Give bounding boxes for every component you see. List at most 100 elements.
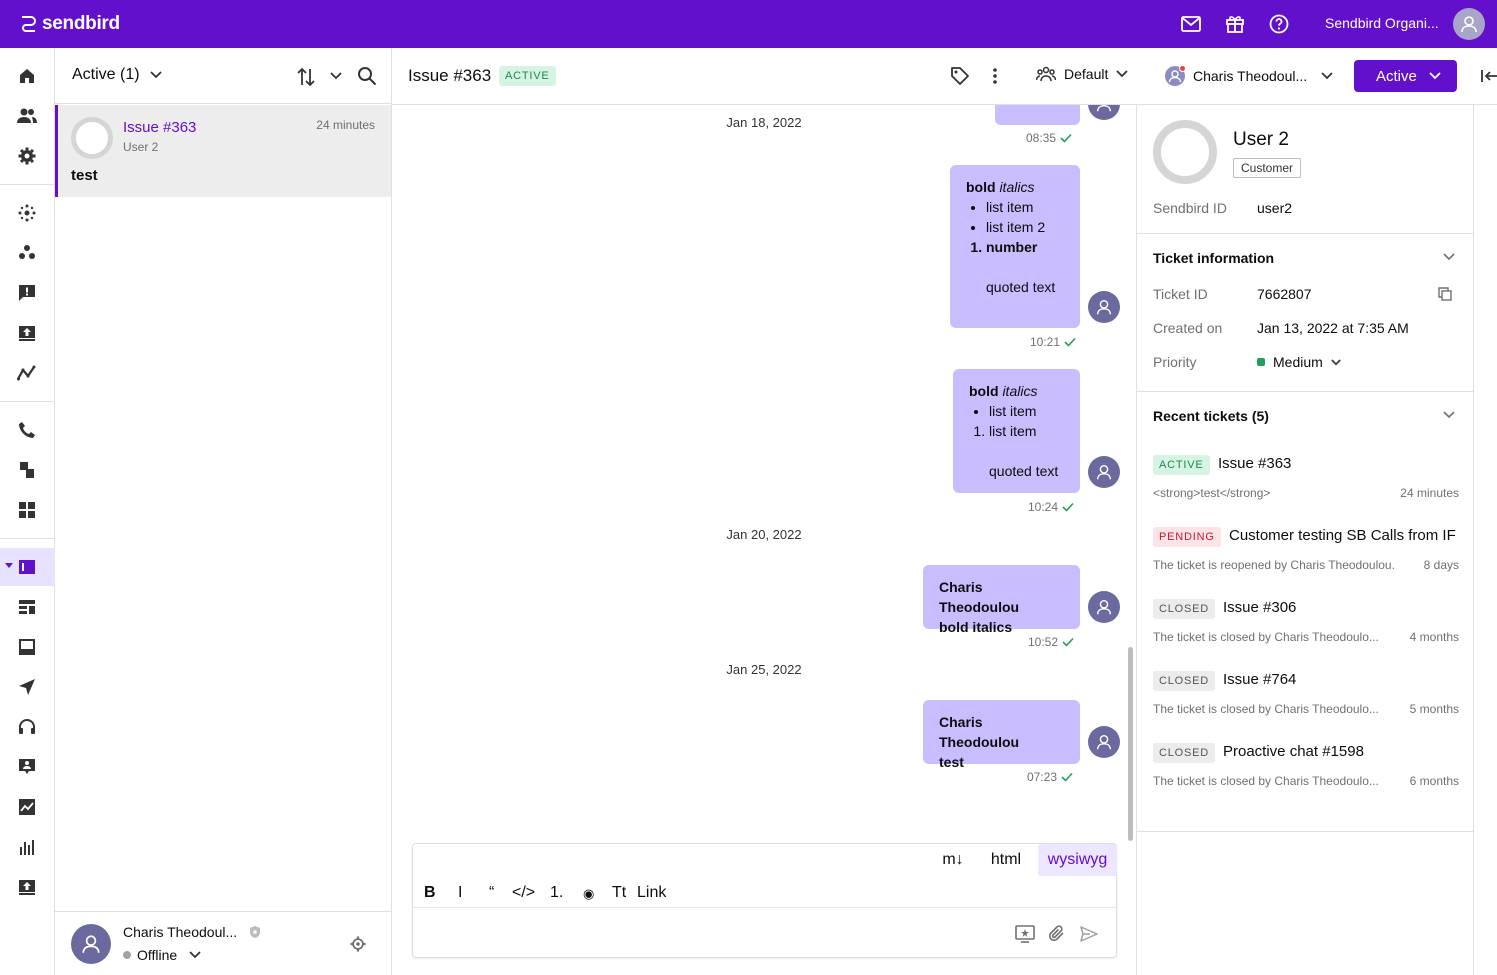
- ordered-list-button[interactable]: 1.: [550, 884, 563, 902]
- collapse-panel-icon[interactable]: [1478, 64, 1497, 88]
- contact-icon[interactable]: [15, 755, 39, 779]
- ticket-info-chevron-icon[interactable]: [1439, 247, 1459, 267]
- recent-ticket-item[interactable]: ACTIVE Issue #363 <strong>test</strong> …: [1153, 455, 1459, 515]
- recent-ticket-item[interactable]: PENDING Customer testing SB Calls from I…: [1153, 527, 1459, 587]
- status-button-label: Active: [1376, 67, 1417, 85]
- ticket-list-item[interactable]: Issue #363 User 2 24 minutes test: [55, 105, 391, 197]
- recent-ticket-item[interactable]: CLOSED Issue #764 The ticket is closed b…: [1153, 671, 1459, 731]
- recent-ticket-item[interactable]: CLOSED Issue #306 The ticket is closed b…: [1153, 599, 1459, 659]
- check-icon: [1062, 502, 1074, 512]
- date-separator: Jan 18, 2022: [392, 115, 1136, 130]
- person-icon: [1096, 734, 1112, 750]
- left-navigation: [0, 48, 55, 975]
- bullet-list-button[interactable]: ◉: [583, 886, 594, 902]
- ticket-last-message: test: [71, 167, 98, 184]
- assignee-label: Charis Theodoul...: [1193, 68, 1308, 84]
- gift-icon[interactable]: [1223, 12, 1247, 36]
- customer-name: User 2: [1233, 129, 1289, 150]
- ticket-list-header: Active (1): [55, 48, 391, 104]
- priority-label: Priority: [1153, 354, 1197, 370]
- message-bubble: Charis Theodoulou bold italics: [923, 565, 1080, 635]
- nav-divider: [0, 401, 55, 402]
- inbox-icon[interactable]: [15, 635, 39, 659]
- recent-ticket-time: 24 minutes: [1400, 486, 1459, 500]
- sendbird-logo[interactable]: sendbird: [18, 12, 120, 36]
- message-line: test: [939, 754, 964, 770]
- assignee-dropdown[interactable]: Charis Theodoul...: [1165, 65, 1333, 86]
- agent-status-dropdown[interactable]: Offline: [123, 947, 201, 963]
- report-icon[interactable]: [15, 281, 39, 305]
- upload-icon[interactable]: [15, 321, 39, 345]
- dashboard-icon[interactable]: [15, 498, 39, 522]
- recent-ticket-title: Proactive chat #1598: [1223, 743, 1364, 760]
- recent-ticket-time: 8 days: [1423, 558, 1459, 572]
- export-icon[interactable]: [15, 875, 39, 899]
- recent-ticket-description: The ticket is closed by Charis Theodoulo…: [1153, 774, 1379, 788]
- headset-icon[interactable]: [15, 715, 39, 739]
- recent-tickets-title: Recent tickets (5): [1153, 408, 1269, 424]
- phone-icon[interactable]: [15, 418, 39, 442]
- code-button[interactable]: </>: [512, 884, 535, 902]
- agent-name-text: Charis Theodoul...: [123, 924, 238, 940]
- user-avatar[interactable]: [1453, 8, 1485, 40]
- chevron-down-icon: [1331, 358, 1341, 365]
- ticket-info-title: Ticket information: [1153, 250, 1275, 266]
- person-icon: [1096, 299, 1112, 315]
- help-icon[interactable]: [1267, 12, 1291, 36]
- more-options-icon[interactable]: [983, 64, 1007, 88]
- home-icon[interactable]: [15, 64, 39, 88]
- analytics-icon[interactable]: [15, 361, 39, 385]
- copy-icon[interactable]: [1436, 285, 1454, 303]
- top-bar: sendbird Sendbird Organi...: [0, 0, 1497, 48]
- mail-icon[interactable]: [1179, 12, 1203, 36]
- users-icon[interactable]: [15, 104, 39, 128]
- send-message-icon[interactable]: [1078, 923, 1100, 945]
- markdown-mode-tab[interactable]: m↓: [933, 844, 973, 876]
- recent-ticket-title: Issue #764: [1223, 671, 1297, 688]
- groups-icon[interactable]: [15, 241, 39, 265]
- attachment-icon[interactable]: [1046, 923, 1068, 945]
- priority-dropdown[interactable]: Medium: [1257, 354, 1341, 370]
- italic-text: italics: [999, 179, 1035, 195]
- shield-icon: [250, 926, 261, 938]
- quote-button[interactable]: “: [489, 884, 494, 902]
- message-bubble: bold italics list item list item 2 numbe…: [950, 165, 1080, 328]
- created-value: Jan 13, 2022 at 7:35 AM: [1257, 320, 1409, 336]
- message-composer: m↓ html wysiwyg B I “ </> 1. ◉ Tt Link: [412, 843, 1117, 958]
- bar-chart-icon[interactable]: [15, 835, 39, 859]
- ticket-filter-label: Active (1): [72, 66, 140, 83]
- sort-chevron-down-icon[interactable]: [330, 72, 342, 82]
- tickets-icon[interactable]: [15, 555, 39, 579]
- search-icon[interactable]: [357, 66, 379, 88]
- ticket-status-button[interactable]: Active: [1354, 60, 1457, 92]
- conversation-scrollbar[interactable]: [1128, 647, 1133, 841]
- date-separator: Jan 25, 2022: [392, 662, 1136, 677]
- send-icon[interactable]: [15, 675, 39, 699]
- assignee-avatar: [1165, 65, 1186, 86]
- settings-icon[interactable]: [15, 144, 39, 168]
- ticket-list-icon[interactable]: [15, 595, 39, 619]
- trend-icon[interactable]: [15, 795, 39, 819]
- hub-icon[interactable]: [15, 201, 39, 225]
- link-button[interactable]: Link: [637, 884, 666, 902]
- team-dropdown[interactable]: Default: [1036, 66, 1128, 82]
- message-time: 08:35: [1026, 131, 1072, 145]
- macro-icon[interactable]: [1014, 923, 1036, 945]
- devices-icon[interactable]: [15, 458, 39, 482]
- message-avatar: [1088, 291, 1120, 323]
- sort-icon[interactable]: [295, 66, 317, 88]
- recent-tickets-chevron-icon[interactable]: [1439, 405, 1459, 425]
- wysiwyg-mode-tab[interactable]: wysiwyg: [1038, 844, 1117, 876]
- heading-button[interactable]: Tt: [612, 884, 626, 902]
- issue-status-badge: ACTIVE: [499, 66, 556, 86]
- italic-button[interactable]: I: [458, 884, 462, 902]
- agent-settings-icon[interactable]: [350, 936, 368, 954]
- recent-ticket-item[interactable]: CLOSED Proactive chat #1598 The ticket i…: [1153, 743, 1459, 803]
- bold-button[interactable]: B: [424, 884, 436, 902]
- date-label: Jan 18, 2022: [726, 115, 802, 130]
- html-mode-tab[interactable]: html: [983, 844, 1029, 876]
- ticket-filter-dropdown[interactable]: Active (1): [72, 66, 162, 84]
- organization-name[interactable]: Sendbird Organi...: [1325, 15, 1439, 31]
- check-icon: [1064, 337, 1076, 347]
- tag-icon[interactable]: [948, 64, 972, 88]
